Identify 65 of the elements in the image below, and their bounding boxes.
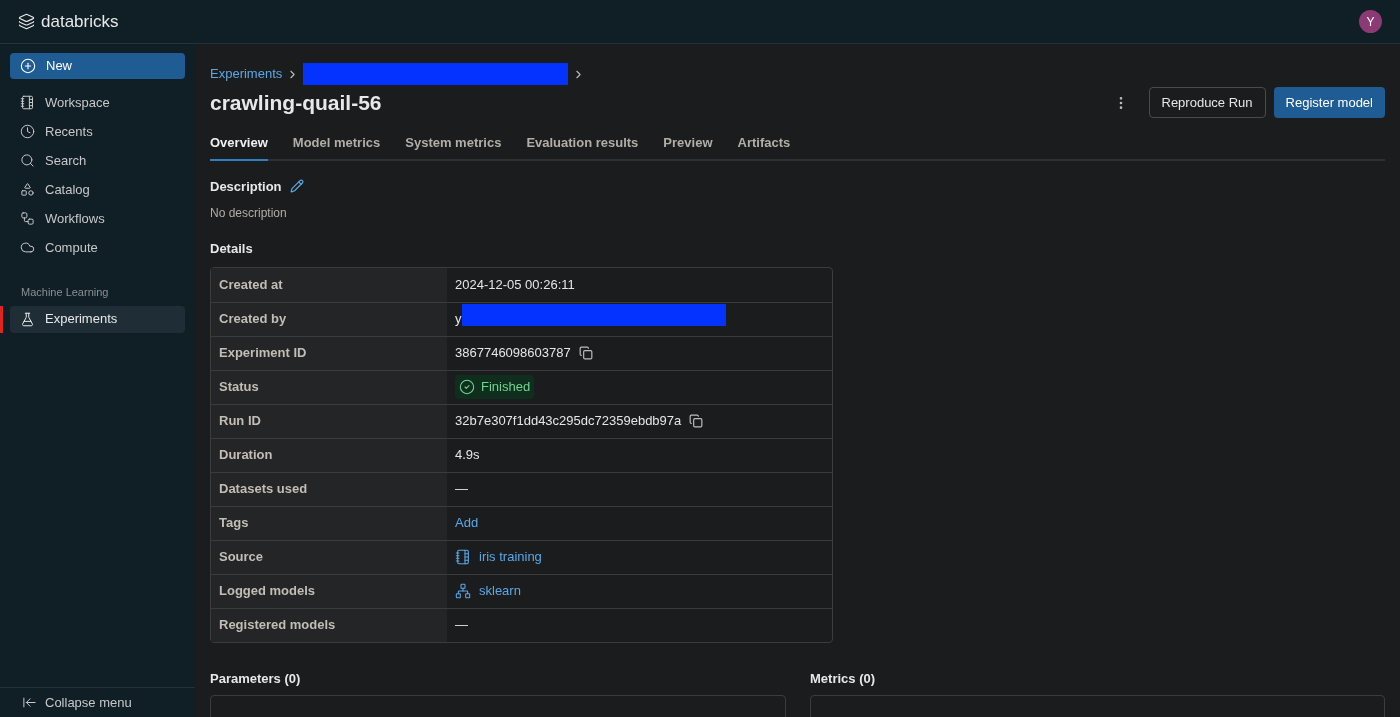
table-cell-text: y: [455, 310, 462, 329]
check-circle-icon: [459, 379, 475, 395]
logo-text[interactable]: databricks: [41, 8, 119, 35]
tab[interactable]: Preview: [663, 133, 713, 161]
tab[interactable]: Evaluation results: [526, 133, 639, 161]
description-text: No description: [210, 205, 288, 222]
section-heading: Description: [210, 177, 282, 196]
row-label: Run ID: [219, 412, 261, 431]
model-icon: [455, 583, 471, 599]
breadcrumb-link[interactable]: Experiments: [210, 64, 283, 84]
table-cell-text: 32b7e307f1dd43c295dc72359ebdb97a: [455, 412, 682, 431]
tab[interactable]: Overview: [210, 133, 268, 161]
sidebar-item[interactable]: Compute: [10, 234, 185, 261]
search-icon: [20, 153, 35, 168]
sidebar-item[interactable]: Search: [10, 147, 185, 174]
flask-icon: [20, 311, 35, 327]
plus-icon: [20, 58, 36, 74]
table-cell-text: 2024-12-05 00:26:11: [455, 275, 575, 294]
copy-icon[interactable]: [689, 414, 704, 428]
status-badge: Finished: [455, 375, 535, 399]
row-label: Datasets used: [219, 480, 308, 499]
sidebar-item[interactable]: Recents: [10, 118, 185, 145]
section-heading: Details: [210, 240, 254, 258]
pencil-icon[interactable]: [289, 179, 304, 194]
new-button[interactable]: New: [10, 53, 185, 79]
row-label: Tags: [219, 514, 249, 533]
row-label: Created at: [219, 275, 283, 294]
row-label: Duration: [219, 446, 273, 465]
model-link[interactable]: sklearn: [455, 581, 521, 601]
collapse-menu-button[interactable]: Collapse menu: [0, 687, 195, 717]
section-heading: Parameters (0): [210, 669, 302, 688]
row-label: Logged models: [219, 582, 316, 601]
source-link[interactable]: iris training: [455, 547, 542, 567]
section-heading: Metrics (0): [810, 669, 877, 688]
row-label: Status: [219, 378, 259, 397]
copy-icon[interactable]: [578, 346, 593, 360]
collapse-icon: [22, 695, 37, 710]
notebook-icon: [455, 549, 471, 565]
notebook-icon: [20, 95, 35, 110]
logo-icon: [18, 13, 35, 30]
tab[interactable]: Artifacts: [737, 133, 791, 161]
workflow-icon: [20, 211, 35, 226]
user-avatar[interactable]: Y: [1359, 10, 1382, 33]
register-model-button[interactable]: Register model: [1273, 87, 1385, 119]
reproduce-run-button[interactable]: Reproduce Run: [1148, 87, 1266, 119]
row-label: Registered models: [219, 616, 336, 635]
tab[interactable]: System metrics: [405, 133, 502, 161]
cloud-icon: [20, 240, 35, 255]
table-cell-text: —: [455, 616, 468, 635]
tab[interactable]: Model metrics: [292, 133, 381, 161]
clock-icon: [20, 124, 35, 139]
sidebar-item[interactable]: Workflows: [10, 205, 185, 232]
page-title: crawling-quail-56: [210, 90, 382, 116]
sidebar-item[interactable]: Catalog: [10, 176, 185, 203]
table-cell-text: 4.9s: [455, 446, 480, 465]
table-cell-text: 3867746098603787: [455, 344, 571, 363]
row-label: Experiment ID: [219, 344, 307, 363]
sidebar-item[interactable]: Workspace: [10, 89, 185, 116]
shapes-icon: [20, 182, 35, 197]
table-cell-text: —: [455, 480, 468, 499]
section-label: Machine Learning: [21, 285, 110, 300]
sidebar-item[interactable]: Experiments: [10, 305, 185, 333]
add-tag-link[interactable]: Add: [455, 513, 479, 533]
row-label: Created by: [219, 310, 287, 329]
row-label: Source: [219, 548, 264, 567]
